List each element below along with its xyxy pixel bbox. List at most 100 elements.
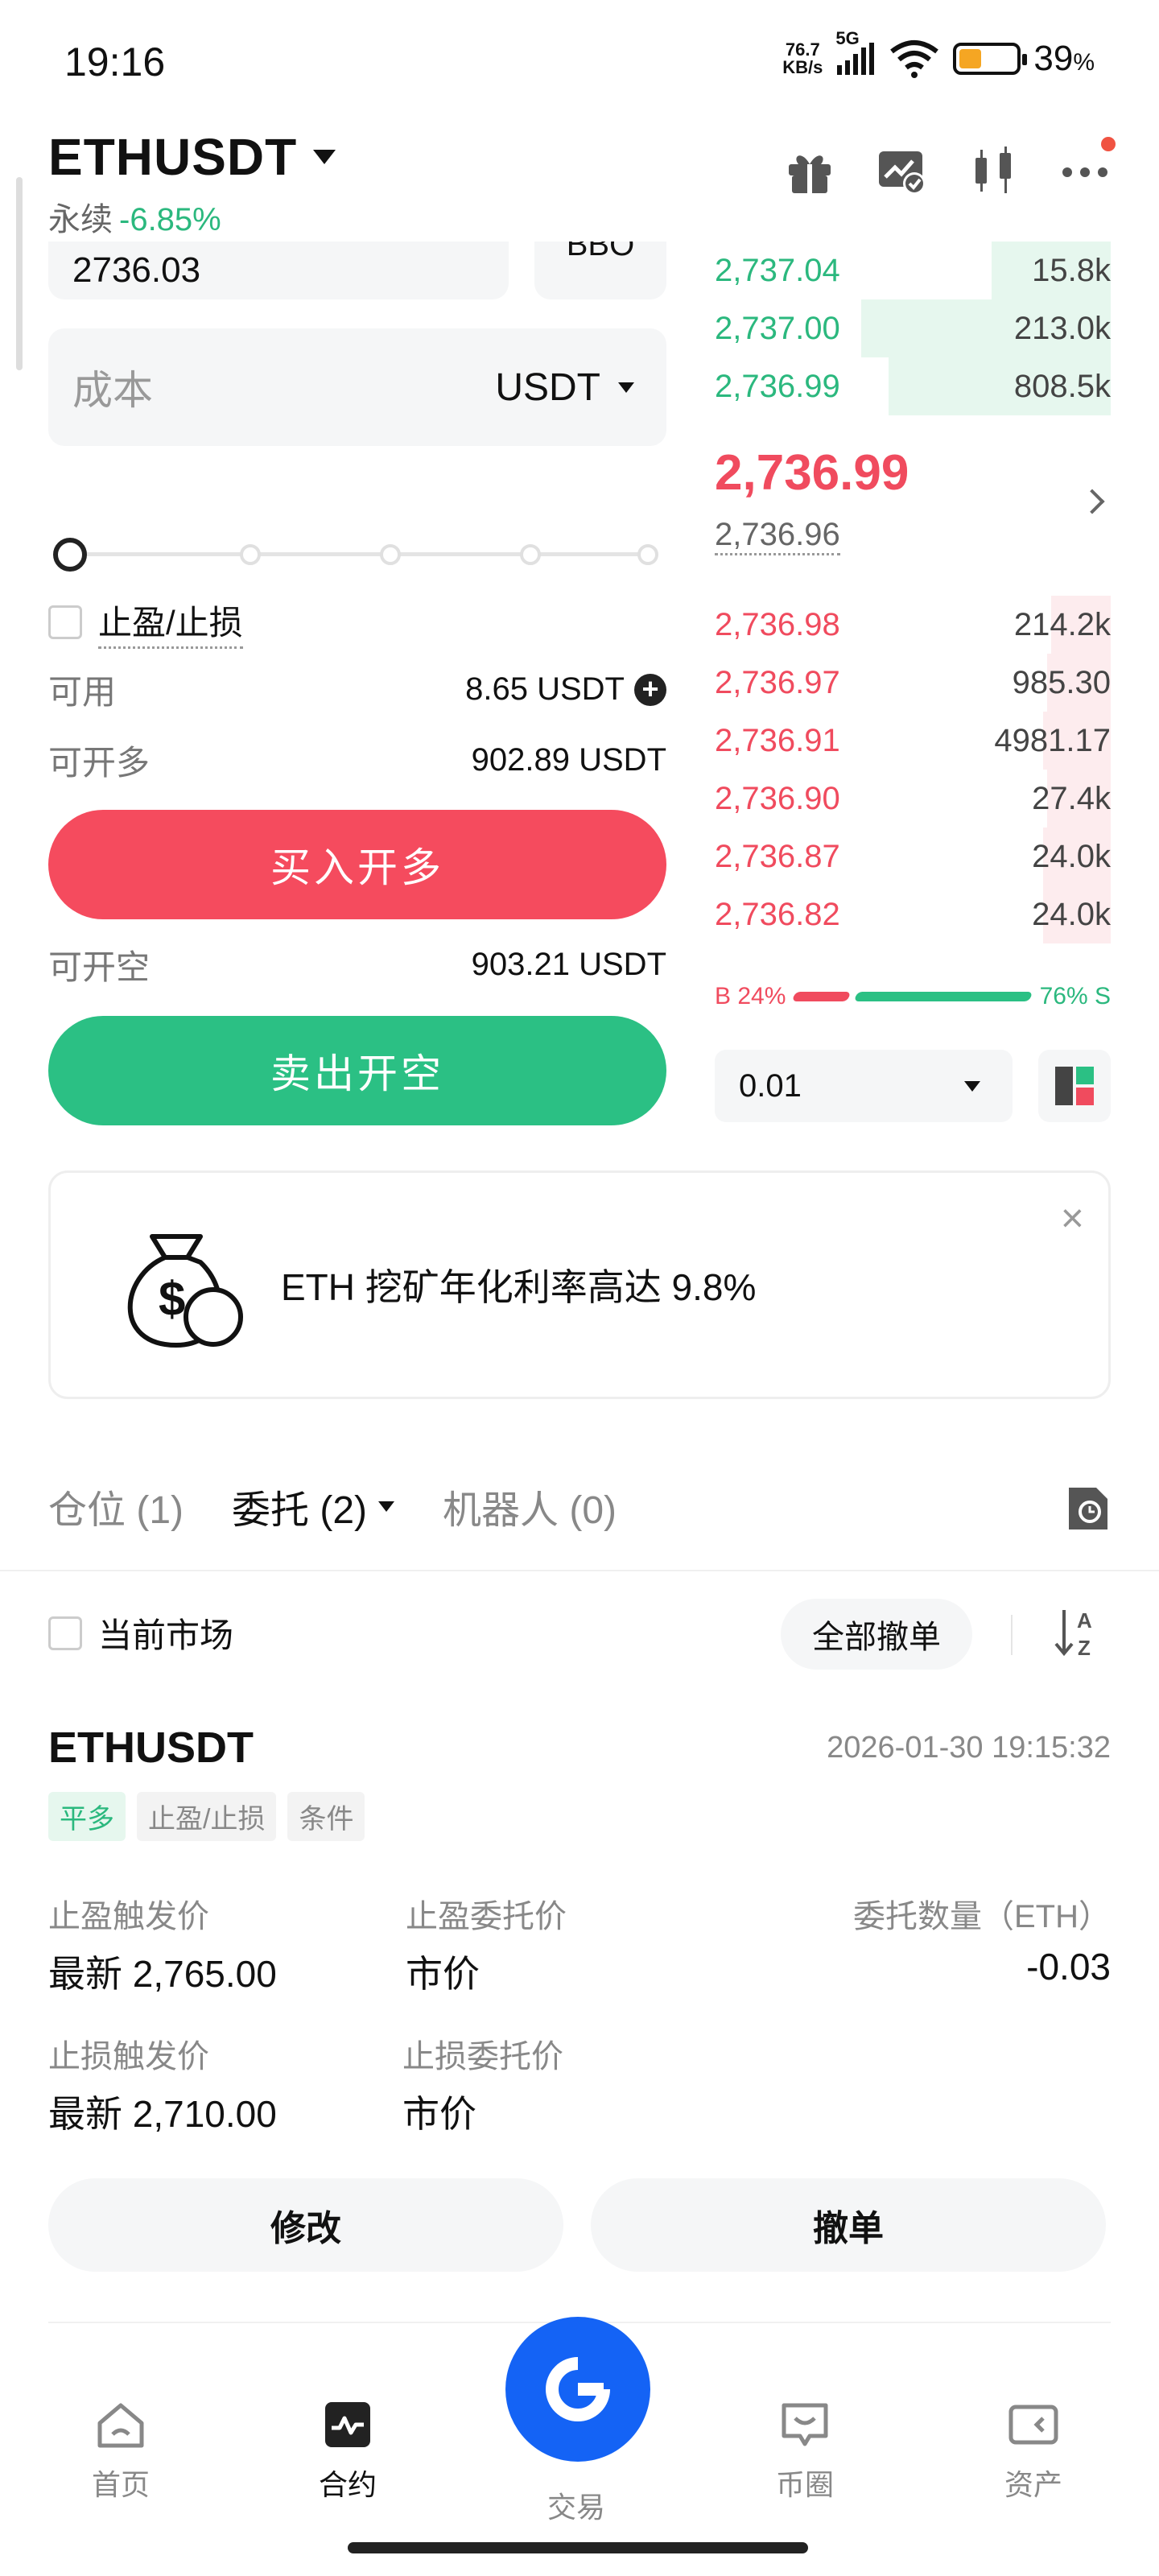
- chart-check-icon[interactable]: [876, 145, 927, 196]
- tp-trigger-field: 止盈触发价 最新 2,765.00: [48, 1890, 277, 1998]
- bid-row[interactable]: 2,736.90 27.4k: [715, 770, 1111, 828]
- order-symbol: ETHUSDT: [48, 1724, 254, 1772]
- tab-bots[interactable]: 机器人 (0): [443, 1478, 617, 1534]
- bbo-button[interactable]: BBO: [534, 242, 666, 299]
- wallet-icon: [1008, 2405, 1058, 2445]
- chevron-right-icon[interactable]: [1079, 489, 1105, 514]
- buy-sell-ratio: B 24% 76% S: [715, 980, 1111, 1013]
- trade-button[interactable]: [505, 2317, 650, 2462]
- battery-level: 39%: [1033, 39, 1095, 78]
- cost-placeholder: 成本: [72, 368, 153, 413]
- available-row: 可用 8.65 USDT +: [48, 665, 666, 714]
- modify-button[interactable]: 修改: [48, 2178, 563, 2272]
- caret-down-icon: [618, 382, 634, 393]
- ask-price: 2,737.00: [715, 310, 840, 346]
- gift-icon[interactable]: [784, 145, 835, 196]
- can-open-long-value: 902.89 USDT: [471, 742, 666, 778]
- nav-assets[interactable]: 资产: [977, 2399, 1090, 2504]
- bid-row[interactable]: 2,736.98 214.2k: [715, 596, 1111, 654]
- bid-qty: 24.0k: [1032, 838, 1111, 874]
- ask-qty: 15.8k: [1032, 252, 1111, 288]
- bid-price: 2,736.82: [715, 896, 840, 932]
- contract-chart-icon: [325, 2402, 370, 2447]
- nav-trade-label[interactable]: 交易: [520, 2484, 633, 2526]
- slider-step[interactable]: [240, 544, 261, 565]
- buy-long-button[interactable]: 买入开多: [48, 810, 666, 919]
- cost-input[interactable]: 成本 USDT: [48, 328, 666, 446]
- nav-community[interactable]: 币圈: [749, 2399, 861, 2504]
- can-open-short-row: 可开空 903.21 USDT: [48, 947, 666, 986]
- current-market-filter[interactable]: 当前市场: [48, 1608, 233, 1657]
- home-indicator[interactable]: [348, 2542, 808, 2553]
- svg-text:Z: Z: [1078, 1636, 1091, 1660]
- mark-price: 2,736.96: [715, 517, 840, 555]
- ask-row[interactable]: 2,737.04 15.8k: [715, 242, 1111, 299]
- sell-ratio-label: 76% S: [1039, 983, 1111, 1009]
- current-market-checkbox[interactable]: [48, 1616, 82, 1650]
- slider-knob[interactable]: [53, 538, 87, 572]
- price-input[interactable]: 2736.03: [48, 242, 509, 299]
- slider-step[interactable]: [520, 544, 541, 565]
- sort-az-icon[interactable]: A Z: [1053, 1605, 1101, 1660]
- transfer-plus-icon[interactable]: +: [634, 673, 666, 706]
- can-open-short-value: 903.21 USDT: [471, 947, 666, 982]
- symbol-selector[interactable]: ETHUSDT: [48, 127, 336, 187]
- caret-down-icon: [313, 150, 336, 164]
- signal-icon: 5G: [835, 28, 876, 75]
- bid-row[interactable]: 2,736.97 985.30: [715, 654, 1111, 712]
- bid-qty: 24.0k: [1032, 896, 1111, 932]
- nav-contracts[interactable]: 合约: [291, 2399, 404, 2504]
- divider: [0, 1570, 1159, 1571]
- tab-orders[interactable]: 委托 (2): [232, 1478, 395, 1534]
- ask-row[interactable]: 2,736.99 808.5k: [715, 357, 1111, 415]
- ask-row[interactable]: 2,737.00 213.0k: [715, 299, 1111, 357]
- bid-price: 2,736.90: [715, 780, 840, 816]
- bid-list: 2,736.98 214.2k 2,736.97 985.30 2,736.91 4981…: [715, 596, 1111, 943]
- nav-home[interactable]: 首页: [64, 2399, 177, 2504]
- buy-ratio-label: B 24%: [715, 983, 786, 1009]
- leverage-slider[interactable]: [53, 538, 660, 572]
- svg-text:$: $: [159, 1272, 185, 1326]
- tag-conditional: 条件: [287, 1792, 365, 1841]
- contract-info: 永续 -6.85%: [48, 193, 221, 240]
- tpsl-checkbox[interactable]: [48, 605, 82, 639]
- more-icon[interactable]: [1059, 137, 1116, 196]
- order-time: 2026-01-30 19:15:32: [827, 1731, 1111, 1765]
- tag-close-long: 平多: [48, 1792, 126, 1841]
- bid-row[interactable]: 2,736.87 24.0k: [715, 828, 1111, 886]
- net-speed: 76.7 KB/s: [782, 39, 823, 77]
- divider: [1011, 1615, 1013, 1655]
- cancel-all-button[interactable]: 全部撤单: [781, 1599, 972, 1670]
- sl-order-field: 止损委托价 市价: [402, 2030, 563, 2138]
- sl-order-value: 市价: [402, 2093, 476, 2135]
- tp-order-field: 止盈委托价 市价: [406, 1890, 567, 1998]
- bid-row[interactable]: 2,736.82 24.0k: [715, 886, 1111, 943]
- sell-short-button[interactable]: 卖出开空: [48, 1016, 666, 1125]
- cancel-order-button[interactable]: 撤单: [591, 2178, 1106, 2272]
- bid-qty: 4981.17: [994, 722, 1111, 758]
- tab-positions[interactable]: 仓位 (1): [48, 1478, 184, 1534]
- tp-order-value: 市价: [406, 1953, 480, 1995]
- precision-value: 0.01: [739, 1067, 802, 1104]
- order-history-icon[interactable]: [1066, 1484, 1111, 1533]
- promo-banner[interactable]: $ ETH 挖矿年化利率高达 9.8% ×: [48, 1170, 1111, 1399]
- last-price: 2,736.99: [715, 445, 909, 501]
- slider-step[interactable]: [380, 544, 401, 565]
- close-icon[interactable]: ×: [1061, 1198, 1084, 1238]
- slider-step[interactable]: [637, 544, 658, 565]
- candlestick-icon[interactable]: [967, 145, 1019, 196]
- tpsl-toggle[interactable]: 止盈/止损: [48, 596, 243, 649]
- ask-price: 2,737.04: [715, 252, 840, 288]
- svg-text:A: A: [1077, 1608, 1092, 1633]
- sl-trigger-value: 最新 2,710.00: [48, 2093, 277, 2135]
- tpsl-label: 止盈/止损: [98, 596, 243, 649]
- scrollbar[interactable]: [16, 177, 23, 370]
- book-layout-icon[interactable]: [1038, 1050, 1111, 1122]
- bid-row[interactable]: 2,736.91 4981.17: [715, 712, 1111, 770]
- precision-select[interactable]: 0.01: [715, 1050, 1013, 1122]
- can-open-long-row: 可开多 902.89 USDT: [48, 742, 666, 782]
- ask-list: 2,737.04 15.8k 2,737.00 213.0k 2,736.99 808.5…: [715, 242, 1111, 415]
- network-type: 5G: [835, 28, 860, 48]
- cost-unit-selector[interactable]: USDT: [495, 365, 634, 410]
- price-change: -6.85%: [119, 202, 221, 237]
